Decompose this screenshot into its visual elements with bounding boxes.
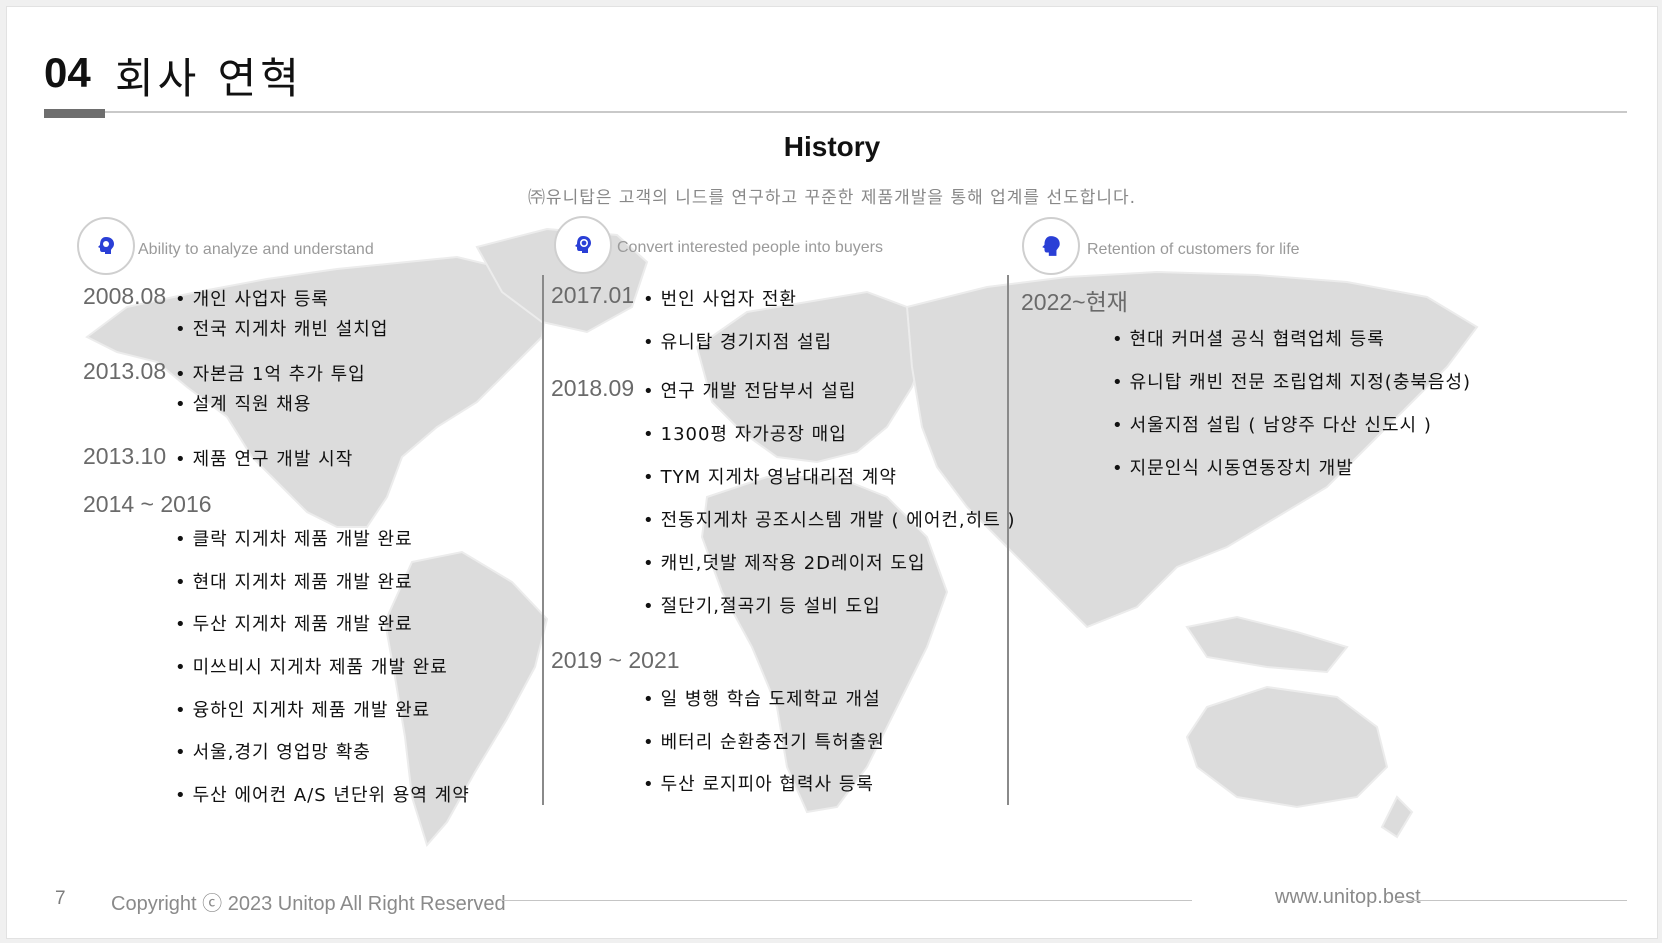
timeline-item: 유니탑 경기지점 설립	[643, 328, 832, 354]
map-australia	[1185, 685, 1389, 809]
map-indonesia	[1185, 615, 1349, 674]
history-subtitle: ㈜유니탑은 고객의 니드를 연구하고 꾸준한 제품개발을 통해 업계를 선도합니…	[527, 188, 1137, 208]
timeline-item: 1300평 자가공장 매입	[643, 420, 847, 446]
timeline-item: TYM 지게차 영남대리점 계약	[643, 463, 897, 489]
column-3-icon-circle	[1022, 217, 1080, 275]
footer-line-right	[1395, 900, 1627, 901]
timeline-item: 제품 연구 개발 시작	[175, 445, 353, 471]
timeline-item: 일 병행 학습 도제학교 개설	[643, 685, 881, 711]
map-new-zealand	[1380, 795, 1414, 839]
year-label: 2008.08	[83, 283, 167, 309]
timeline-item: 베터리 순환충전기 특허출원	[643, 728, 885, 754]
timeline-item: 미쓰비시 지게차 제품 개발 완료	[175, 653, 448, 679]
column-3-heading: Retention of customers for life	[1087, 241, 1300, 258]
title-divider	[44, 111, 1627, 113]
timeline-item: 두산 에어컨 A/S 년단위 용역 계약	[175, 781, 470, 807]
brain-icon	[98, 237, 114, 254]
year-label: 2013.08	[83, 358, 167, 384]
column-divider-2	[1007, 275, 1009, 805]
year-label: 2019 ~ 2021	[551, 647, 680, 673]
footer-line-left	[500, 900, 1192, 901]
year-label: 2022~현재	[1021, 289, 1128, 315]
year-label: 2013.10	[83, 443, 167, 469]
column-1-heading: Ability to analyze and understand	[138, 241, 374, 258]
timeline-item: 연구 개발 전담부서 설립	[643, 377, 856, 403]
slide: 04 회사 연혁 History ㈜유니탑은 고객의 니드를 연구하고 꾸준한 …	[6, 6, 1658, 939]
year-label: 2018.09	[551, 375, 635, 401]
brain-gear-icon	[575, 236, 591, 253]
timeline-item: 전동지게차 공조시스템 개발 ( 에어컨,히트 )	[643, 506, 1016, 532]
timeline-item: 개인 사업자 등록	[175, 285, 329, 311]
timeline-item: 두산 지게차 제품 개발 완료	[175, 610, 413, 636]
timeline-item: 현대 지게차 제품 개발 완료	[175, 568, 413, 594]
timeline-item: 서울,경기 영업망 확충	[175, 738, 371, 764]
timeline-item: 절단기,절곡기 등 설비 도입	[643, 592, 881, 618]
timeline-item: 전국 지게차 캐빈 설치업	[175, 315, 388, 341]
column-2-heading: Convert interested people into buyers	[617, 239, 883, 256]
history-heading: History	[783, 131, 881, 162]
section-number: 04	[44, 49, 91, 96]
timeline-item: 클락 지게차 제품 개발 완료	[175, 525, 413, 551]
timeline-item: 자본금 1억 추가 투입	[175, 360, 366, 386]
column-2-icon-circle	[554, 216, 612, 274]
website-link[interactable]: www.unitop.best	[1275, 886, 1421, 909]
timeline-item: 유니탑 캐빈 전문 조립업체 지정(충북음성)	[1112, 368, 1471, 394]
year-label: 2014 ~ 2016	[83, 491, 212, 517]
copyright-text: Copyright ⓒ 2023 Unitop All Right Reserv…	[111, 893, 506, 915]
timeline-item: 두산 로지피아 협력사 등록	[643, 770, 874, 796]
title-accent-bar	[44, 109, 105, 118]
head-icon	[1042, 236, 1060, 256]
timeline-item: 지문인식 시동연동장치 개발	[1112, 454, 1354, 480]
column-divider-1	[542, 275, 544, 805]
timeline-item: 번인 사업자 전환	[643, 285, 797, 311]
timeline-item: 현대 커머셜 공식 협력업체 등록	[1112, 325, 1385, 351]
page-title: 회사 연혁	[115, 54, 303, 103]
year-label: 2017.01	[551, 282, 635, 308]
timeline-item: 융하인 지게차 제품 개발 완료	[175, 696, 430, 722]
timeline-item: 서울지점 설립 ( 남양주 다산 신도시 )	[1112, 411, 1432, 437]
column-1-icon-circle	[77, 217, 135, 275]
page-number: 7	[55, 888, 66, 909]
timeline-item: 설계 직원 채용	[175, 390, 311, 416]
timeline-item: 캐빈,덧발 제작용 2D레이저 도입	[643, 549, 926, 575]
